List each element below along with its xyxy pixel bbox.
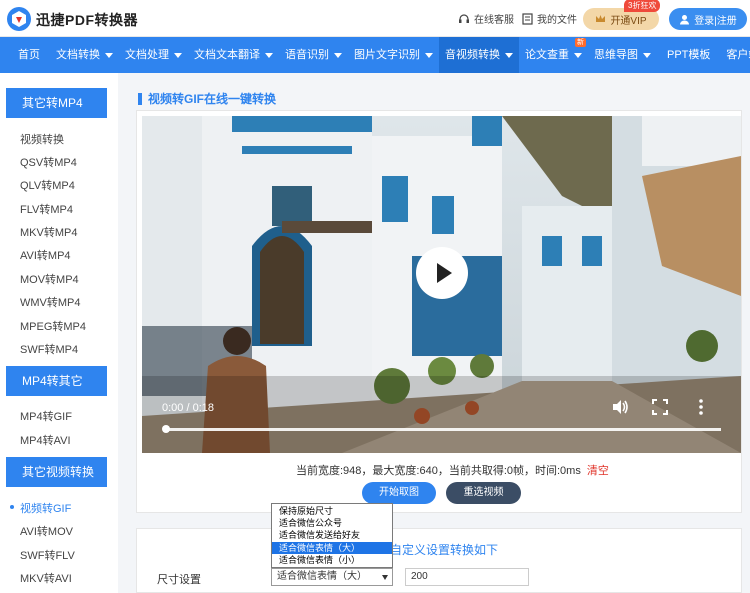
sidebar-section-title: MP4转其它: [6, 366, 107, 396]
sidebar-item[interactable]: FLV转MP4: [20, 201, 73, 217]
size-option[interactable]: 适合微信公众号: [272, 517, 392, 529]
sidebar-item[interactable]: MPEG转MP4: [20, 318, 86, 334]
vip-promo-badge: 3折狂欢: [624, 0, 661, 12]
volume-icon[interactable]: [611, 398, 629, 416]
size-option[interactable]: 保持原始尺寸: [272, 505, 392, 517]
file-icon: [522, 12, 533, 25]
nav-ppt-template[interactable]: PPT模板: [657, 37, 720, 73]
online-service-link[interactable]: 在线客服: [458, 11, 514, 26]
reselect-video-button[interactable]: 重选视频: [446, 482, 521, 504]
logo-icon[interactable]: [6, 6, 32, 32]
sidebar-item[interactable]: MOV转MP4: [20, 271, 79, 287]
sidebar-item[interactable]: AVI转MP4: [20, 247, 71, 263]
nav-home[interactable]: 首页: [0, 37, 50, 73]
sidebar-item[interactable]: SWF转MP4: [20, 341, 78, 357]
nav-av-convert[interactable]: 音视频转换: [439, 37, 519, 73]
size-setting-label: 尺寸设置: [157, 574, 201, 586]
nav-label: 音视频转换: [445, 49, 500, 61]
video-progress-handle[interactable]: [162, 425, 170, 433]
sidebar-item[interactable]: MKV转MP4: [20, 224, 77, 240]
nav-label: PPT模板: [667, 49, 711, 61]
nav-doc-translate[interactable]: 文档文本翻译: [188, 37, 279, 73]
nav-label: 思维导图: [594, 49, 638, 61]
nav-speech-recognition[interactable]: 语音识别: [279, 37, 348, 73]
sidebar-item[interactable]: QSV转MP4: [20, 154, 77, 170]
nav-doc-convert[interactable]: 文档转换: [50, 37, 119, 73]
sidebar-item[interactable]: MP4转GIF: [20, 408, 72, 424]
size-option-highlighted[interactable]: 适合微信表情（大）: [272, 542, 392, 554]
sidebar: 其它转MP4 视频转换 QSV转MP4 QLV转MP4 FLV转MP4 MKV转…: [0, 73, 118, 593]
capture-stats: 当前宽度:948，最大宽度:640，当前共取得:0帧，时间:0ms 清空: [296, 462, 609, 478]
sidebar-section-title: 其它视频转换: [6, 457, 107, 487]
size-select-value: 适合微信表情（大）: [277, 571, 367, 582]
chevron-down-icon: [425, 52, 433, 58]
nav-label: 论文查重: [525, 49, 569, 61]
nav-label: 文档文本翻译: [194, 49, 260, 61]
sidebar-section-title: 其它转MP4: [6, 88, 107, 118]
width-input[interactable]: 200: [405, 568, 529, 586]
nav-label: 文档处理: [125, 49, 169, 61]
size-select[interactable]: 适合微信表情（大）: [271, 568, 393, 586]
nav-label: 图片文字识别: [354, 49, 420, 61]
chevron-down-icon: [174, 52, 182, 58]
size-dropdown-list: 保持原始尺寸 适合微信公众号 适合微信发送给好友 适合微信表情（大） 适合微信表…: [271, 503, 393, 568]
active-dot-icon: [10, 505, 14, 509]
page-title-text: 视频转GIF在线一键转换: [148, 92, 276, 106]
nav-label: 文档转换: [56, 49, 100, 61]
sidebar-item[interactable]: WMV转MP4: [20, 294, 81, 310]
more-options-icon[interactable]: [692, 398, 710, 416]
chevron-down-icon: [265, 52, 273, 58]
chevron-down-icon: [334, 52, 342, 58]
chevron-down-icon: [574, 52, 582, 58]
login-register-button[interactable]: 登录|注册: [669, 8, 747, 30]
size-option[interactable]: 适合微信表情（小）: [272, 554, 392, 566]
chevron-down-icon: [382, 575, 388, 580]
nav-client[interactable]: 客户端: [720, 37, 750, 73]
chevron-down-icon: [643, 52, 651, 58]
sidebar-item[interactable]: AVI转MOV: [20, 523, 73, 539]
sidebar-item[interactable]: QLV转MP4: [20, 177, 75, 193]
nav-label: 首页: [18, 49, 40, 61]
start-capture-button[interactable]: 开始取图: [362, 482, 436, 504]
login-label: 登录|注册: [694, 15, 737, 27]
my-files-label: 我的文件: [537, 15, 577, 26]
user-icon: [680, 14, 690, 24]
headset-icon: [459, 13, 469, 23]
video-time: 0:00 / 0:18: [162, 402, 214, 414]
nav-label: 客户端: [726, 49, 750, 61]
main-nav: 首页 文档转换 文档处理 文档文本翻译 语音识别 图片文字识别 音视频转换 论文…: [0, 37, 750, 73]
sidebar-item[interactable]: SWF转FLV: [20, 547, 75, 563]
video-progress-track[interactable]: [165, 428, 721, 431]
sidebar-item[interactable]: MP4转AVI: [20, 432, 71, 448]
play-button[interactable]: [416, 247, 468, 299]
page-title: 视频转GIF在线一键转换: [138, 90, 276, 107]
custom-settings-title: 自定义设置转换如下: [390, 543, 499, 557]
sidebar-item[interactable]: 视频转换: [20, 131, 64, 147]
sidebar-item-active[interactable]: 视频转GIF: [20, 500, 71, 516]
nav-label: 语音识别: [285, 49, 329, 61]
new-badge: 新: [575, 38, 586, 47]
fullscreen-icon[interactable]: [651, 398, 669, 416]
my-files-link[interactable]: 我的文件: [522, 11, 577, 26]
nav-image-ocr[interactable]: 图片文字识别: [348, 37, 439, 73]
nav-mind-map[interactable]: 思维导图: [588, 37, 657, 73]
nav-doc-process[interactable]: 文档处理: [119, 37, 188, 73]
vip-label: 开通VIP: [610, 15, 647, 27]
chevron-down-icon: [505, 52, 513, 58]
nav-paper-check[interactable]: 论文查重新: [519, 37, 588, 73]
size-option[interactable]: 适合微信发送给好友: [272, 529, 392, 541]
title-accent-bar: [138, 92, 142, 105]
sidebar-item[interactable]: MKV转AVI: [20, 570, 72, 586]
online-service-label: 在线客服: [474, 15, 514, 26]
clear-link[interactable]: 清空: [587, 465, 609, 477]
capture-stats-text: 当前宽度:948，最大宽度:640，当前共取得:0帧，时间:0ms: [296, 465, 581, 477]
brand-name[interactable]: 迅捷PDF转换器: [36, 10, 138, 30]
top-header: 迅捷PDF转换器 在线客服 我的文件 开通VIP 3折狂欢 登录|注册: [0, 0, 750, 37]
chevron-down-icon: [105, 52, 113, 58]
crown-icon: [596, 15, 606, 22]
